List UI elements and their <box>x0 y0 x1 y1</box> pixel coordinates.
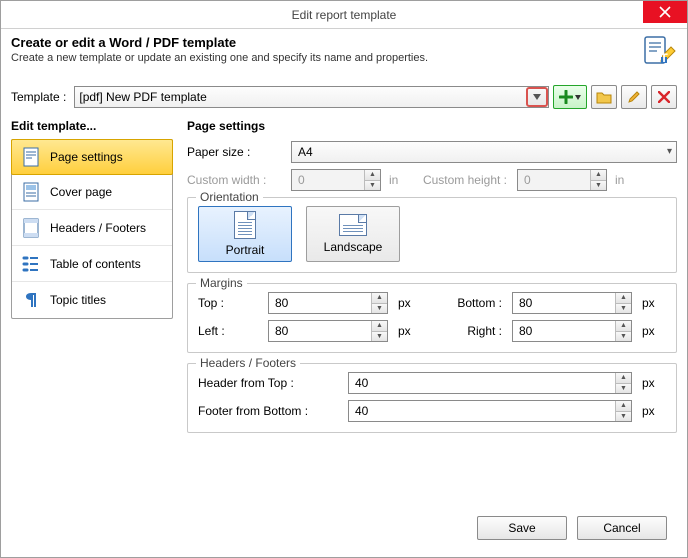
add-template-button[interactable] <box>553 85 587 109</box>
margins-legend: Margins <box>196 276 247 290</box>
sidebar: Edit template... Page settings Cover pag… <box>11 119 173 507</box>
sidebar-item-label: Headers / Footers <box>50 221 146 235</box>
main-panel: Page settings Paper size : A4 ▾ Custom w… <box>173 119 677 507</box>
svg-text:T: T <box>660 51 668 65</box>
panel-title: Page settings <box>187 119 677 133</box>
sidebar-item-topic-titles[interactable]: Topic titles <box>12 282 172 318</box>
dialog-window: Edit report template Create or edit a Wo… <box>0 0 688 558</box>
toc-icon <box>22 255 40 273</box>
pencil-icon <box>627 90 641 104</box>
margin-left-label: Left : <box>198 324 258 338</box>
save-button[interactable]: Save <box>477 516 567 540</box>
titlebar: Edit report template <box>1 1 687 29</box>
landscape-icon <box>339 214 367 236</box>
template-select-value: [pdf] New PDF template <box>79 90 206 104</box>
sidebar-nav: Page settings Cover page Headers / Foote… <box>11 139 173 319</box>
dialog-content: Create or edit a Word / PDF template Cre… <box>1 29 687 557</box>
delete-icon <box>658 91 670 103</box>
margin-right-label: Right : <box>432 324 502 338</box>
margin-left-input[interactable]: 80▲▼ <box>268 320 388 342</box>
unit-px: px <box>398 296 422 310</box>
header-description: Create a new template or update an exist… <box>11 52 641 64</box>
template-header-icon: T <box>641 35 677 71</box>
custom-width-label: Custom width : <box>187 173 287 187</box>
unit-px: px <box>642 376 666 390</box>
pilcrow-icon <box>22 291 40 309</box>
dialog-footer: Save Cancel <box>11 507 677 549</box>
margin-bottom-label: Bottom : <box>432 296 502 310</box>
headers-footers-fieldset: Headers / Footers Header from Top : 40▲▼… <box>187 363 677 433</box>
window-title: Edit report template <box>292 8 397 22</box>
page-settings-icon <box>22 148 40 166</box>
custom-height-input: 0 ▲▼ <box>517 169 607 191</box>
hf-legend: Headers / Footers <box>196 356 300 370</box>
unit-in: in <box>389 173 409 187</box>
sidebar-item-headers-footers[interactable]: Headers / Footers <box>12 210 172 246</box>
template-select[interactable]: [pdf] New PDF template <box>74 86 549 108</box>
sidebar-item-label: Topic titles <box>50 293 106 307</box>
orientation-landscape[interactable]: Landscape <box>306 206 400 262</box>
paper-size-select[interactable]: A4 ▾ <box>291 141 677 163</box>
margin-right-input[interactable]: 80▲▼ <box>512 320 632 342</box>
paper-size-label: Paper size : <box>187 145 287 159</box>
edit-template-button[interactable] <box>621 85 647 109</box>
orientation-portrait[interactable]: Portrait <box>198 206 292 262</box>
unit-px: px <box>642 404 666 418</box>
template-label: Template : <box>11 90 66 104</box>
headers-footers-icon <box>22 219 40 237</box>
sidebar-item-page-settings[interactable]: Page settings <box>11 139 173 175</box>
orientation-legend: Orientation <box>196 190 263 204</box>
paper-size-value: A4 <box>298 145 313 159</box>
chevron-down-icon <box>575 95 581 100</box>
close-button[interactable] <box>643 1 687 23</box>
unit-in: in <box>615 173 635 187</box>
margin-top-label: Top : <box>198 296 258 310</box>
footer-from-bottom-input[interactable]: 40▲▼ <box>348 400 632 422</box>
portrait-icon <box>234 211 256 239</box>
footer-from-bottom-label: Footer from Bottom : <box>198 404 338 418</box>
delete-template-button[interactable] <box>651 85 677 109</box>
sidebar-item-label: Page settings <box>50 150 123 164</box>
unit-px: px <box>642 324 666 338</box>
margins-fieldset: Margins Top : 80▲▼ px Bottom : 80▲▼ px L… <box>187 283 677 353</box>
chevron-down-icon: ▾ <box>667 146 672 157</box>
unit-px: px <box>642 296 666 310</box>
margin-bottom-input[interactable]: 80▲▼ <box>512 292 632 314</box>
template-dropdown-arrow[interactable] <box>526 87 548 107</box>
header-from-top-label: Header from Top : <box>198 376 338 390</box>
template-selector-row: Template : [pdf] New PDF template <box>11 85 677 109</box>
sidebar-item-label: Cover page <box>50 185 112 199</box>
sidebar-title: Edit template... <box>11 119 173 133</box>
orientation-fieldset: Orientation Portrait Landscape <box>187 197 677 273</box>
sidebar-item-table-of-contents[interactable]: Table of contents <box>12 246 172 282</box>
cover-page-icon <box>22 183 40 201</box>
header-from-top-input[interactable]: 40▲▼ <box>348 372 632 394</box>
custom-width-input: 0 ▲▼ <box>291 169 381 191</box>
plus-icon <box>559 90 573 104</box>
header-title: Create or edit a Word / PDF template <box>11 35 641 50</box>
custom-height-label: Custom height : <box>413 173 513 187</box>
margin-top-input[interactable]: 80▲▼ <box>268 292 388 314</box>
folder-icon <box>596 90 612 104</box>
unit-px: px <box>398 324 422 338</box>
sidebar-item-cover-page[interactable]: Cover page <box>12 174 172 210</box>
open-folder-button[interactable] <box>591 85 617 109</box>
sidebar-item-label: Table of contents <box>50 257 141 271</box>
cancel-button[interactable]: Cancel <box>577 516 667 540</box>
header: Create or edit a Word / PDF template Cre… <box>11 35 677 71</box>
